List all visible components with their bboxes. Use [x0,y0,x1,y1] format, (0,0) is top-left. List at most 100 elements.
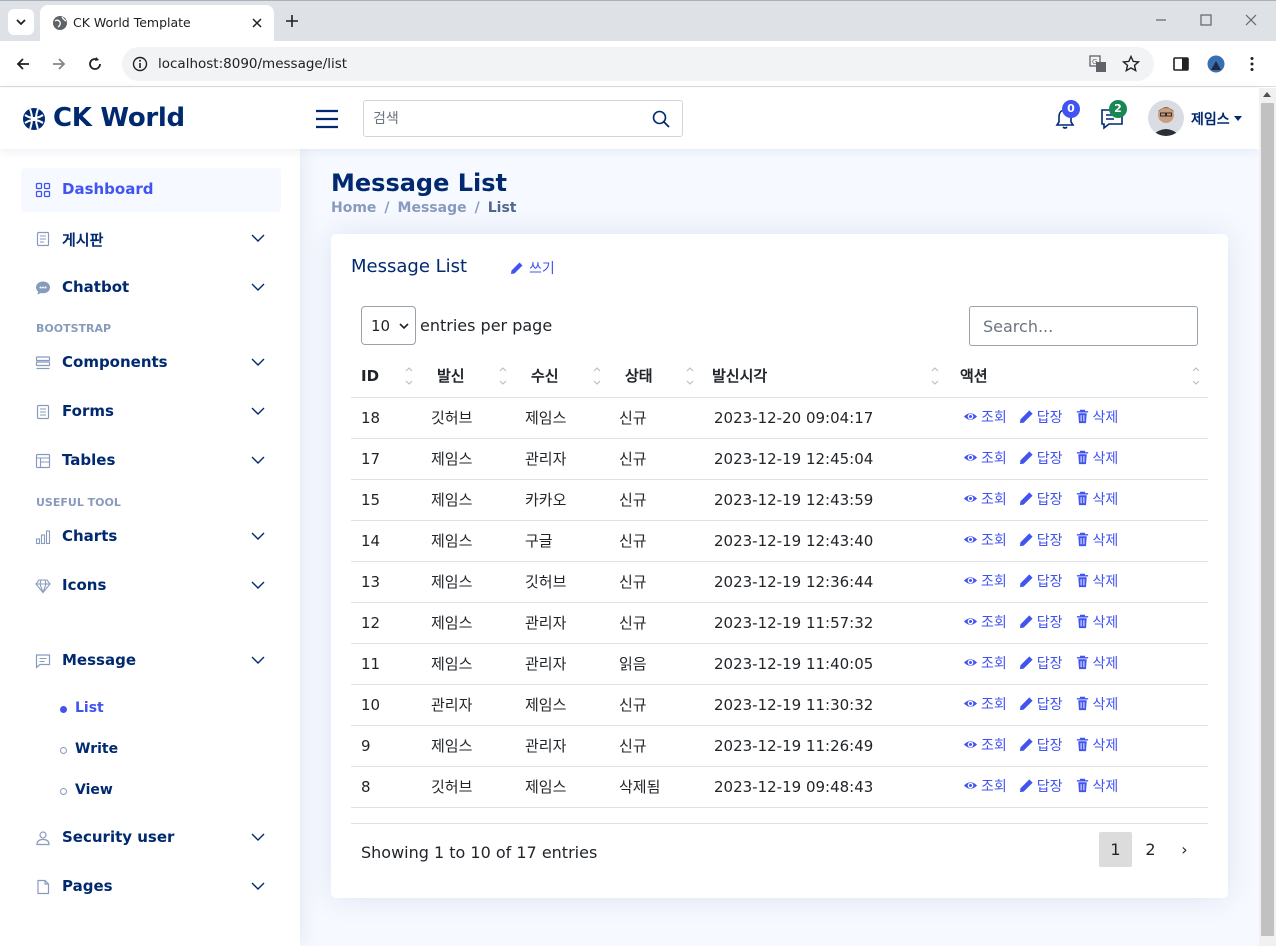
sidebar-item-dashboard[interactable]: Dashboard [21,168,281,212]
sort-arrows-icon[interactable] [593,365,601,387]
reply-button[interactable]: 답장 [1019,653,1063,673]
sidebar-item-chatbot[interactable]: Chatbot [21,266,281,310]
address-bar[interactable]: localhost:8090/message/list G [122,47,1154,81]
delete-button[interactable]: 삭제 [1075,735,1118,755]
sidebar-label-pages: Pages [62,877,113,895]
table-search-input[interactable] [969,306,1198,346]
delete-button[interactable]: 삭제 [1075,612,1118,632]
profile-caret-icon[interactable] [1234,116,1242,121]
scroll-thumb[interactable] [1261,103,1274,936]
sidebar-item-board[interactable]: 게시판 [21,217,281,261]
browser-menu-icon[interactable] [1243,55,1261,73]
reply-button[interactable]: 답장 [1019,530,1063,550]
card-title: Message List [351,256,468,277]
chevron-down-icon [251,358,265,366]
reload-icon[interactable] [86,55,104,73]
eye-icon [963,454,978,462]
column-header[interactable]: 수신 [515,355,609,398]
delete-button[interactable]: 삭제 [1075,407,1118,427]
breadcrumb-message[interactable]: Message [398,200,467,216]
reply-button[interactable]: 답장 [1019,407,1063,427]
view-button[interactable]: 조회 [963,612,1007,632]
scroll-up-arrow-icon[interactable] [1263,92,1271,97]
sort-arrows-icon[interactable] [499,365,507,387]
sidebar-item-security-user[interactable]: Security user [21,816,281,860]
reply-button[interactable]: 답장 [1019,489,1063,509]
sidebar-item-icons[interactable]: Icons [21,564,281,608]
cell-sent-time: 2023-12-19 12:36:44 [702,561,947,603]
browser-tab[interactable]: CK World Template [40,5,274,42]
logo-text[interactable]: CK World [53,103,185,133]
column-header[interactable]: 액션 [947,355,1208,398]
pencil-icon [1019,574,1033,588]
sidebar-item-message[interactable]: Message [21,639,281,683]
bullet-icon [60,706,67,713]
view-button[interactable]: 조회 [963,489,1007,509]
delete-button[interactable]: 삭제 [1075,448,1118,468]
page-button-2[interactable]: 2 [1134,832,1167,867]
view-button[interactable]: 조회 [963,653,1007,673]
minimize-icon[interactable] [1153,12,1169,28]
reply-button[interactable]: 답장 [1019,612,1063,632]
sidebar-item-components[interactable]: Components [21,341,281,385]
avatar[interactable] [1148,100,1184,136]
logo-icon[interactable] [22,107,46,131]
back-arrow-icon[interactable] [14,55,32,73]
entries-per-page-label: entries per page [420,316,553,335]
write-message-link[interactable]: 쓰기 [510,258,555,278]
view-button[interactable]: 조회 [963,448,1007,468]
side-panel-icon[interactable] [1172,55,1190,73]
reply-button[interactable]: 답장 [1019,735,1063,755]
entries-per-page-select[interactable]: 10 [361,306,416,345]
sort-arrows-icon[interactable] [1192,365,1200,387]
column-header[interactable]: ID [351,355,421,398]
sort-arrows-icon[interactable] [686,365,694,387]
delete-button[interactable]: 삭제 [1075,489,1118,509]
sort-arrows-icon[interactable] [405,365,413,387]
column-header[interactable]: 발신시각 [702,355,947,398]
user-photo-icon [1148,100,1184,136]
delete-button[interactable]: 삭제 [1075,653,1118,673]
header-search-input[interactable] [364,101,644,136]
reply-button[interactable]: 답장 [1019,448,1063,468]
sidebar-item-forms[interactable]: Forms [21,390,281,434]
view-button[interactable]: 조회 [963,735,1007,755]
view-button[interactable]: 조회 [963,694,1007,714]
sidebar-item-pages[interactable]: Pages [21,865,281,909]
profile-name[interactable]: 제임스 [1191,109,1230,129]
bookmark-star-icon[interactable] [1122,55,1140,73]
tab-search-button[interactable] [8,9,34,35]
sidebar-item-charts[interactable]: Charts [21,515,281,559]
translate-icon[interactable]: G [1089,55,1107,73]
page-scrollbar[interactable] [1259,88,1276,946]
profile-avatar-icon[interactable] [1207,55,1225,73]
view-button[interactable]: 조회 [963,530,1007,550]
site-info-icon[interactable] [132,56,148,72]
delete-button[interactable]: 삭제 [1075,694,1118,714]
column-header[interactable]: 상태 [609,355,702,398]
view-button[interactable]: 조회 [963,407,1007,427]
reply-button[interactable]: 답장 [1019,694,1063,714]
delete-button[interactable]: 삭제 [1075,776,1118,796]
delete-button[interactable]: 삭제 [1075,571,1118,591]
close-window-icon[interactable] [1243,12,1259,28]
maximize-icon[interactable] [1198,12,1214,28]
close-tab-icon[interactable] [250,16,264,30]
menu-toggle-icon[interactable] [315,109,339,129]
forward-arrow-icon[interactable] [50,55,68,73]
search-icon[interactable] [652,110,670,128]
page-button-1[interactable]: 1 [1099,832,1132,867]
reply-button[interactable]: 답장 [1019,776,1063,796]
next-page-button[interactable]: › [1168,832,1201,867]
cell-id: 11 [351,643,421,685]
reply-button[interactable]: 답장 [1019,571,1063,591]
view-button[interactable]: 조회 [963,776,1007,796]
column-header[interactable]: 발신 [421,355,515,398]
sidebar-item-tables[interactable]: Tables [21,439,281,483]
breadcrumb-home[interactable]: Home [331,200,376,216]
sidebar-label-security-user: Security user [62,828,175,846]
view-button[interactable]: 조회 [963,571,1007,591]
new-tab-icon[interactable] [284,13,300,29]
delete-button[interactable]: 삭제 [1075,530,1118,550]
sort-arrows-icon[interactable] [931,365,939,387]
